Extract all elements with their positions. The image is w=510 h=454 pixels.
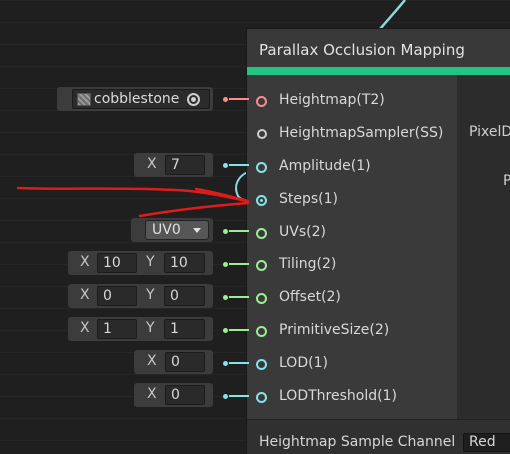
port-label: LOD(1) xyxy=(279,355,328,371)
port-heightmap[interactable]: Heightmap(T2) xyxy=(246,88,456,114)
uv-channel-value: UV0 xyxy=(152,222,181,238)
port-tiling[interactable]: Tiling(2) xyxy=(246,252,456,278)
x-axis-label: X xyxy=(147,386,157,402)
connector-line xyxy=(229,329,249,331)
x-axis-label: X xyxy=(80,254,90,270)
connector-dot xyxy=(223,328,228,333)
heightmap-texture-field[interactable]: cobblestone xyxy=(57,87,213,111)
amplitude-x-input[interactable]: 7 xyxy=(165,155,205,175)
port-heightmap-sampler[interactable]: HeightmapSampler(SS) xyxy=(246,121,456,147)
connector-line xyxy=(229,263,249,265)
connector-dot xyxy=(223,97,228,102)
connector-dot xyxy=(223,229,228,234)
connector-dot xyxy=(223,262,228,267)
uvs-field[interactable]: UV0 xyxy=(131,218,213,242)
offset-field[interactable]: X 0 Y 0 xyxy=(68,284,213,308)
tiling-x-input[interactable]: 10 xyxy=(97,253,137,273)
vector2-port-icon[interactable] xyxy=(256,326,267,337)
primitive-size-field[interactable]: X 1 Y 1 xyxy=(68,317,213,341)
connector-line xyxy=(229,362,249,364)
output-port-label[interactable]: P xyxy=(503,173,510,189)
x-axis-label: X xyxy=(80,287,90,303)
caret-down-icon xyxy=(193,228,201,233)
float-port-icon[interactable] xyxy=(256,392,267,403)
texture-thumbnail-icon xyxy=(77,93,91,106)
port-label: Amplitude(1) xyxy=(279,158,371,174)
port-label: Offset(2) xyxy=(279,289,341,305)
port-label: Tiling(2) xyxy=(279,256,337,272)
x-axis-label: X xyxy=(147,353,157,369)
offset-x-input[interactable]: 0 xyxy=(97,286,137,306)
primitive-size-x-input[interactable]: 1 xyxy=(97,319,137,339)
amplitude-field[interactable]: X 7 xyxy=(134,153,213,177)
port-label: HeightmapSampler(SS) xyxy=(279,125,444,141)
port-lod[interactable]: LOD(1) xyxy=(246,351,456,377)
heightmap-sample-channel-label: Heightmap Sample Channel xyxy=(259,434,456,450)
port-label: PrimitiveSize(2) xyxy=(279,322,390,338)
tiling-field[interactable]: X 10 Y 10 xyxy=(68,251,213,275)
lod-threshold-x-input[interactable]: 0 xyxy=(165,385,205,405)
texture-object-field[interactable]: cobblestone xyxy=(72,89,210,109)
object-picker-icon[interactable] xyxy=(187,93,200,106)
connector-line xyxy=(229,164,249,166)
y-axis-label: Y xyxy=(146,254,155,270)
port-steps[interactable]: Steps(1) xyxy=(246,187,456,213)
y-axis-label: Y xyxy=(146,320,155,336)
port-lod-threshold[interactable]: LODThreshold(1) xyxy=(246,384,456,410)
port-label: Steps(1) xyxy=(279,191,339,207)
connector-dot xyxy=(223,394,228,399)
port-label: Heightmap(T2) xyxy=(279,92,385,108)
port-primitive-size[interactable]: PrimitiveSize(2) xyxy=(246,318,456,344)
texture-name: cobblestone xyxy=(94,91,180,107)
lod-x-input[interactable]: 0 xyxy=(165,352,205,372)
node-outputs-panel: PixelD P xyxy=(457,75,510,419)
node-accent-bar xyxy=(247,67,510,75)
port-label: LODThreshold(1) xyxy=(279,388,397,404)
float-port-icon[interactable] xyxy=(256,359,267,370)
texture-port-icon[interactable] xyxy=(256,96,267,107)
vector2-port-icon[interactable] xyxy=(256,228,267,239)
x-axis-label: X xyxy=(80,320,90,336)
heightmap-sample-channel-dropdown[interactable]: Red xyxy=(463,433,510,452)
port-offset[interactable]: Offset(2) xyxy=(246,285,456,311)
node-title[interactable]: Parallax Occlusion Mapping xyxy=(247,29,510,67)
primitive-size-y-input[interactable]: 1 xyxy=(164,319,205,339)
output-port-label[interactable]: PixelD xyxy=(469,124,510,140)
float-port-icon[interactable] xyxy=(256,162,267,173)
port-uvs[interactable]: UVs(2) xyxy=(246,220,456,246)
connector-dot xyxy=(223,163,228,168)
connector-line xyxy=(229,395,249,397)
x-axis-label: X xyxy=(147,156,157,172)
port-label: UVs(2) xyxy=(279,224,326,240)
connector-dot xyxy=(223,361,228,366)
vector2-port-icon[interactable] xyxy=(256,260,267,271)
float-port-connected-icon[interactable] xyxy=(256,195,267,206)
uv-channel-dropdown[interactable]: UV0 xyxy=(145,220,209,240)
vector2-port-icon[interactable] xyxy=(256,293,267,304)
connector-dot xyxy=(223,295,228,300)
port-amplitude[interactable]: Amplitude(1) xyxy=(246,154,456,180)
y-axis-label: Y xyxy=(146,287,155,303)
connector-line xyxy=(229,98,249,100)
node-settings-footer: Heightmap Sample Channel Red xyxy=(247,419,510,454)
connector-line xyxy=(229,230,249,232)
offset-y-input[interactable]: 0 xyxy=(164,286,205,306)
sampler-port-icon[interactable] xyxy=(257,129,267,139)
lod-field[interactable]: X 0 xyxy=(134,350,213,374)
dropdown-value: Red xyxy=(469,434,496,450)
tiling-y-input[interactable]: 10 xyxy=(164,253,205,273)
lod-threshold-field[interactable]: X 0 xyxy=(134,383,213,407)
connector-line xyxy=(229,296,249,298)
